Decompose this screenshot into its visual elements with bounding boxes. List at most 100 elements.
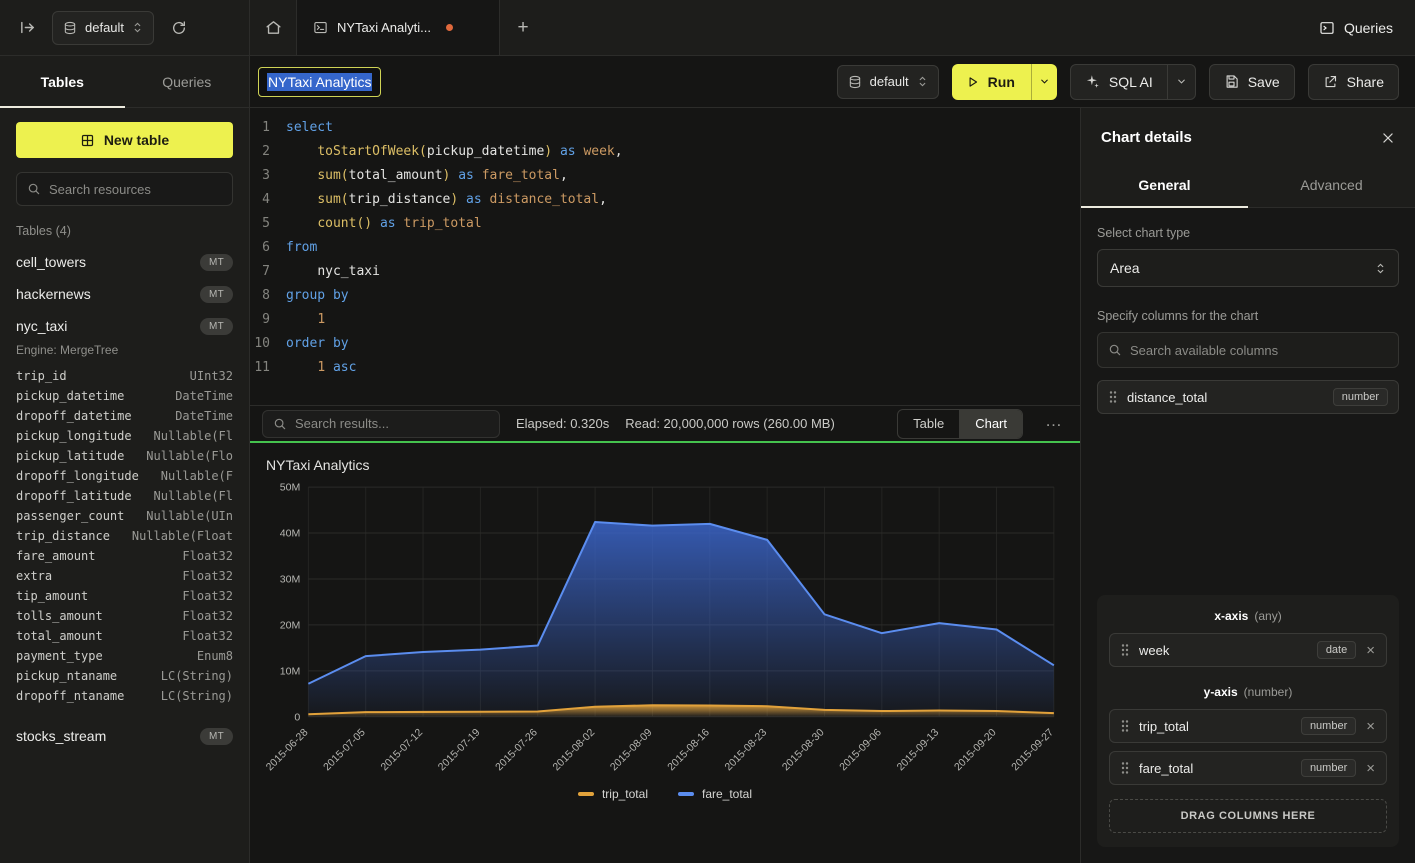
remove-column-button[interactable]: × [1365,718,1376,735]
table-engine-badge: MT [200,318,233,335]
column-row[interactable]: dropoff_datetimeDateTime [16,406,233,426]
table-view-button[interactable]: Table [898,410,959,438]
available-column-row[interactable]: distance_totalnumber [1097,380,1399,414]
column-row[interactable]: passenger_countNullable(UIn [16,506,233,526]
y-axis-column-row[interactable]: fare_totalnumber× [1109,751,1387,785]
line-number: 5 [250,212,286,236]
column-row[interactable]: tip_amountFloat32 [16,586,233,606]
home-button[interactable] [250,0,296,55]
column-row[interactable]: fare_amountFloat32 [16,546,233,566]
sidebar-tab-tables[interactable]: Tables [0,56,125,107]
tab-general[interactable]: General [1081,163,1248,207]
line-number: 7 [250,260,286,284]
table-row[interactable]: cell_towersMT [16,246,233,278]
code-line[interactable]: 2 toStartOfWeek(pickup_datetime) as week… [250,140,1080,164]
code-line[interactable]: 5 count() as trip_total [250,212,1080,236]
run-options-button[interactable] [1031,64,1057,100]
drag-handle-icon [1108,390,1118,404]
column-row[interactable]: total_amountFloat32 [16,626,233,646]
new-tab-button[interactable]: + [500,0,546,55]
column-row[interactable]: dropoff_ntanameLC(String) [16,686,233,706]
x-axis-header: x-axis(any) [1109,609,1387,623]
table-name: nyc_taxi [16,318,67,334]
refresh-icon [171,20,187,36]
legend-swatch-icon [678,792,694,796]
code-line[interactable]: 10order by [250,332,1080,356]
chart-view-button[interactable]: Chart [959,410,1022,438]
code-line[interactable]: 9 1 [250,308,1080,332]
collapse-sidebar-icon [19,19,36,36]
tab-nytaxi-analytics[interactable]: NYTaxi Analyti... [296,0,500,55]
column-row[interactable]: dropoff_longitudeNullable(F [16,466,233,486]
line-content: toStartOfWeek(pickup_datetime) as week, [286,140,623,164]
chart-body: 2015-06-282015-07-052015-07-122015-07-19… [250,477,1080,787]
chart-details-tabs: General Advanced [1081,163,1415,208]
save-button-wrap: Save [1209,64,1295,100]
results-more-button[interactable]: … [1039,411,1068,437]
sqlai-options-button[interactable] [1167,65,1195,99]
x-axis-column-row[interactable]: weekdate× [1109,633,1387,667]
sidebar-tab-queries[interactable]: Queries [125,56,250,107]
legend-item[interactable]: trip_total [578,787,648,801]
run-button-group: Run [952,64,1057,100]
search-icon [27,182,41,196]
save-button[interactable]: Save [1210,74,1294,90]
column-row[interactable]: pickup_latitudeNullable(Flo [16,446,233,466]
query-database-selector[interactable]: default [837,65,939,99]
code-line[interactable]: 4 sum(trip_distance) as distance_total, [250,188,1080,212]
code-line[interactable]: 3 sum(total_amount) as fare_total, [250,164,1080,188]
svg-text:2015-08-09: 2015-08-09 [608,726,655,773]
legend-item[interactable]: fare_total [678,787,752,801]
code-line[interactable]: 11 1 asc [250,356,1080,380]
results-search-input[interactable] [295,416,489,431]
remove-column-button[interactable]: × [1365,760,1376,777]
queries-button[interactable]: Queries [1319,20,1393,36]
y-axis-column-row[interactable]: trip_totalnumber× [1109,709,1387,743]
table-row[interactable]: hackernewsMT [16,278,233,310]
database-selector[interactable]: default [52,11,154,45]
column-row[interactable]: tolls_amountFloat32 [16,606,233,626]
svg-text:2015-09-20: 2015-09-20 [952,726,999,773]
column-row[interactable]: trip_distanceNullable(Float [16,526,233,546]
drag-columns-dropzone[interactable]: DRAG COLUMNS HERE [1109,799,1387,833]
column-search-input[interactable] [1130,343,1388,358]
chart-svg[interactable]: 2015-06-282015-07-052015-07-122015-07-19… [262,477,1068,787]
line-content: 1 asc [286,356,356,380]
table-row[interactable]: stocks_streamMT [16,720,233,752]
column-row[interactable]: trip_idUInt32 [16,366,233,386]
query-title-input[interactable]: NYTaxi Analytics [258,67,381,97]
tab-advanced[interactable]: Advanced [1248,163,1415,207]
column-type: Nullable(F [161,469,233,483]
column-type-badge: date [1317,641,1356,659]
share-button[interactable]: Share [1309,74,1398,90]
column-row[interactable]: pickup_ntanameLC(String) [16,666,233,686]
resource-search-input[interactable] [49,182,225,197]
refresh-button[interactable] [164,13,194,43]
column-row[interactable]: dropoff_latitudeNullable(Fl [16,486,233,506]
query-header-actions: default Run SQL AI [837,64,1399,100]
column-row[interactable]: pickup_longitudeNullable(Fl [16,426,233,446]
chart-type-select[interactable]: Area [1097,249,1399,287]
column-name: extra [16,569,52,583]
sql-editor[interactable]: 1select2 toStartOfWeek(pickup_datetime) … [250,108,1080,405]
column-name: trip_distance [16,529,110,543]
new-table-button[interactable]: New table [16,122,233,158]
code-line[interactable]: 6from [250,236,1080,260]
close-panel-button[interactable] [1381,131,1395,145]
collapse-sidebar-button[interactable] [12,13,42,43]
column-row[interactable]: payment_typeEnum8 [16,646,233,666]
column-row[interactable]: pickup_datetimeDateTime [16,386,233,406]
sqlai-button[interactable]: SQL AI [1071,74,1167,90]
line-number: 11 [250,356,286,380]
column-name: dropoff_datetime [16,409,132,423]
code-line[interactable]: 8group by [250,284,1080,308]
column-type: LC(String) [161,689,233,703]
run-button[interactable]: Run [952,64,1031,100]
column-row[interactable]: extraFloat32 [16,566,233,586]
code-line[interactable]: 7 nyc_taxi [250,260,1080,284]
svg-text:50M: 50M [280,482,301,494]
column-name: distance_total [1127,390,1207,405]
remove-column-button[interactable]: × [1365,642,1376,659]
code-line[interactable]: 1select [250,116,1080,140]
table-row[interactable]: nyc_taxi MT [16,310,233,342]
